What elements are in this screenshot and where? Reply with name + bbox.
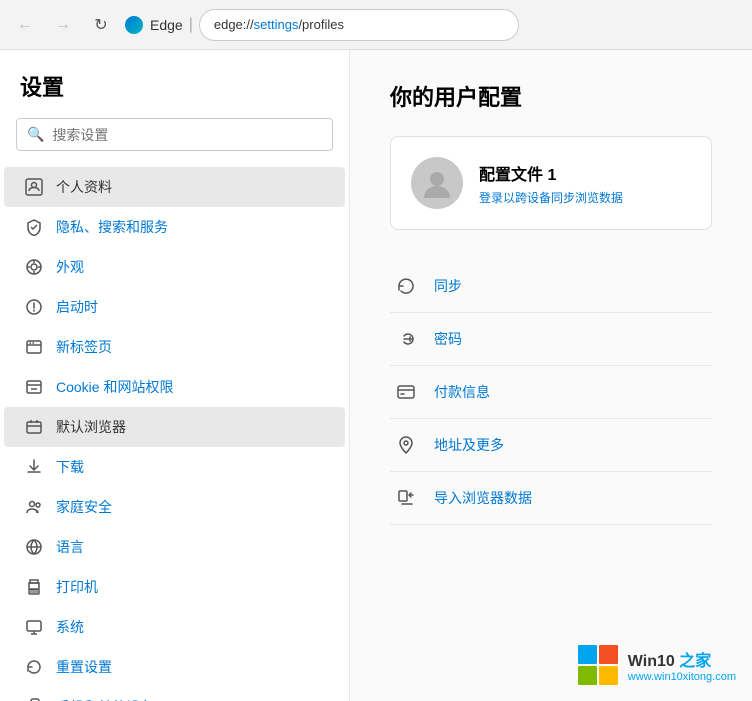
win10-tile-3 (578, 666, 597, 685)
sidebar-item-reset-label: 重置设置 (56, 657, 112, 677)
search-box[interactable]: 🔍 (16, 118, 333, 151)
personal-icon (24, 177, 44, 197)
import-icon (394, 486, 418, 510)
sidebar-item-mobile-label: 手机和其他设备 (56, 697, 154, 701)
sidebar-item-download-label: 下载 (56, 457, 84, 477)
sidebar: 设置 🔍 个人资料 隐私、搜索和服务 (0, 50, 350, 701)
edge-label: Edge (150, 17, 183, 33)
sidebar-item-newtab[interactable]: 新标签页 (4, 327, 345, 367)
address-separator: | (189, 16, 193, 34)
sidebar-item-cookies-label: Cookie 和网站权限 (56, 377, 173, 397)
profile-subtitle: 登录以跨设备同步浏览数据 (479, 189, 623, 206)
search-icon: 🔍 (27, 126, 44, 143)
sidebar-item-personal-label: 个人资料 (56, 177, 112, 197)
cookies-icon (24, 377, 44, 397)
appearance-icon (24, 257, 44, 277)
sidebar-item-mobile[interactable]: 手机和其他设备 (4, 687, 345, 701)
win10-logo-icon (578, 645, 618, 685)
sidebar-item-reset[interactable]: 重置设置 (4, 647, 345, 687)
profile-info: 配置文件 1 登录以跨设备同步浏览数据 (479, 161, 623, 206)
sidebar-item-startup[interactable]: 启动时 (4, 287, 345, 327)
sidebar-item-family-label: 家庭安全 (56, 497, 112, 517)
watermark-text: Win10 之家 www.win10xitong.com (628, 647, 736, 683)
sidebar-item-appearance[interactable]: 外观 (4, 247, 345, 287)
newtab-icon (24, 337, 44, 357)
system-icon (24, 617, 44, 637)
profile-name: 配置文件 1 (479, 161, 623, 185)
sidebar-item-cookies[interactable]: Cookie 和网站权限 (4, 367, 345, 407)
sidebar-item-printer[interactable]: 打印机 (4, 567, 345, 607)
download-icon (24, 457, 44, 477)
printer-icon (24, 577, 44, 597)
sidebar-item-system-label: 系统 (56, 617, 84, 637)
profile-card[interactable]: 配置文件 1 登录以跨设备同步浏览数据 (390, 136, 712, 230)
content-menu-sync[interactable]: 同步 (390, 260, 712, 313)
import-label: 导入浏览器数据 (434, 488, 532, 508)
sidebar-item-default-label: 默认浏览器 (56, 417, 126, 437)
language-icon (24, 537, 44, 557)
mobile-icon (24, 697, 44, 701)
payment-label: 付款信息 (434, 382, 490, 402)
watermark-title: Win10 之家 (628, 647, 736, 671)
win10-tile-1 (578, 645, 597, 664)
address-bar-container: Edge | edge://settings/profiles (124, 9, 519, 41)
sync-icon (394, 274, 418, 298)
address-prefix: edge:// (214, 17, 254, 32)
privacy-icon (24, 217, 44, 237)
content-menu-address[interactable]: 地址及更多 (390, 419, 712, 472)
content-menu-password[interactable]: 密码 (390, 313, 712, 366)
address-settings: settings (254, 17, 299, 32)
sidebar-item-privacy-label: 隐私、搜索和服务 (56, 217, 168, 237)
sidebar-item-language-label: 语言 (56, 537, 84, 557)
sidebar-item-printer-label: 打印机 (56, 577, 98, 597)
forward-button[interactable]: → (48, 10, 78, 40)
address-profiles: /profiles (298, 17, 344, 32)
sidebar-item-appearance-label: 外观 (56, 257, 84, 277)
password-icon (394, 327, 418, 351)
win10-tile-2 (599, 645, 618, 664)
sidebar-item-download[interactable]: 下载 (4, 447, 345, 487)
startup-icon (24, 297, 44, 317)
sidebar-item-newtab-label: 新标签页 (56, 337, 112, 357)
address-bar[interactable]: edge://settings/profiles (199, 9, 519, 41)
sidebar-item-default[interactable]: 默认浏览器 (4, 407, 345, 447)
sidebar-item-system[interactable]: 系统 (4, 607, 345, 647)
address-icon (394, 433, 418, 457)
sync-label: 同步 (434, 276, 462, 296)
watermark-url: www.win10xitong.com (628, 671, 736, 683)
win10-tile-4 (599, 666, 618, 685)
avatar (411, 157, 463, 209)
sidebar-item-language[interactable]: 语言 (4, 527, 345, 567)
default-browser-icon (24, 417, 44, 437)
content-menu-payment[interactable]: 付款信息 (390, 366, 712, 419)
search-input[interactable] (52, 127, 322, 143)
top-bar: ← → ↻ Edge | edge://settings/profiles (0, 0, 752, 50)
content-menu-import[interactable]: 导入浏览器数据 (390, 472, 712, 525)
watermark-title-suffix: 之家 (679, 653, 711, 670)
content-title: 你的用户配置 (390, 80, 712, 112)
refresh-button[interactable]: ↻ (86, 10, 116, 40)
reset-icon (24, 657, 44, 677)
password-label: 密码 (434, 329, 462, 349)
sidebar-item-personal[interactable]: 个人资料 (4, 167, 345, 207)
sidebar-title: 设置 (0, 70, 349, 118)
family-icon (24, 497, 44, 517)
address-label: 地址及更多 (434, 435, 504, 455)
payment-icon (394, 380, 418, 404)
content-area: 你的用户配置 配置文件 1 登录以跨设备同步浏览数据 同步 (350, 50, 752, 701)
sidebar-item-privacy[interactable]: 隐私、搜索和服务 (4, 207, 345, 247)
main-layout: 设置 🔍 个人资料 隐私、搜索和服务 (0, 50, 752, 701)
watermark: Win10 之家 www.win10xitong.com (578, 645, 736, 685)
back-button[interactable]: ← (10, 10, 40, 40)
edge-browser-icon (124, 15, 144, 35)
sidebar-item-family[interactable]: 家庭安全 (4, 487, 345, 527)
sidebar-item-startup-label: 启动时 (56, 297, 98, 317)
